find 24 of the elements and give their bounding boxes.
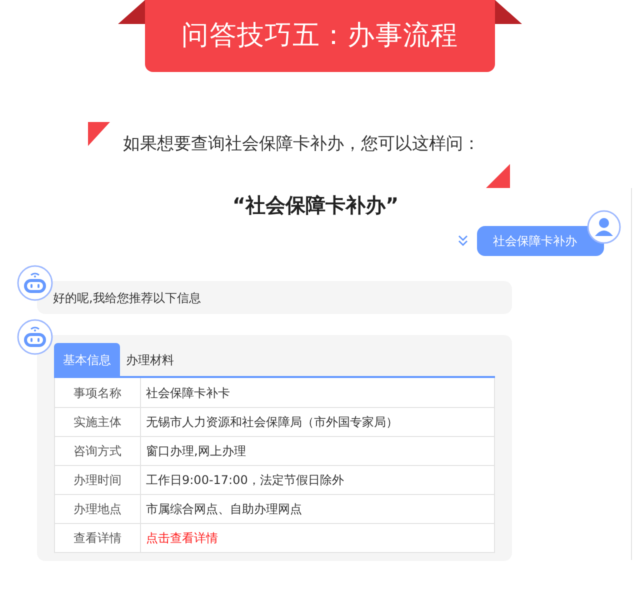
- field-label: 办理地点: [55, 495, 141, 523]
- details-link[interactable]: 点击查看详情: [146, 529, 218, 547]
- query-text: “社会保障卡补办”: [232, 192, 399, 219]
- field-value: 工作日9:00-17:00，法定节假日除外: [146, 472, 344, 489]
- robot-avatar-icon: [17, 265, 53, 301]
- tab[interactable]: 办理材料: [120, 343, 180, 376]
- user-avatar-icon: [587, 210, 621, 244]
- field-value: 无锡市人力资源和社会保障局（市外国专家局）: [146, 414, 398, 431]
- tab[interactable]: 基本信息: [54, 343, 120, 376]
- field-label: 查看详情: [55, 524, 141, 552]
- bot-message-bubble: 好的呢,我给您推荐以下信息: [37, 281, 512, 314]
- title-banner: 问答技巧五：办事流程: [145, 0, 495, 72]
- intro-text: 如果想要查询社会保障卡补办，您可以这样问：: [123, 133, 480, 156]
- field-value: 社会保障卡补卡: [146, 384, 230, 402]
- field-label: 咨询方式: [55, 437, 141, 465]
- field-value: 市属综合网点、自助办理网点: [146, 501, 302, 518]
- field-value: 窗口办理,网上办理: [146, 443, 246, 460]
- user-message-bubble: 社会保障卡补办: [477, 226, 604, 256]
- double-chevron-icon: [458, 235, 468, 247]
- field-label: 实施主体: [55, 408, 141, 436]
- field-label: 办理时间: [55, 466, 141, 494]
- corner-triangle-icon: [486, 164, 510, 188]
- corner-triangle-icon: [88, 122, 110, 146]
- field-label: 事项名称: [55, 378, 141, 407]
